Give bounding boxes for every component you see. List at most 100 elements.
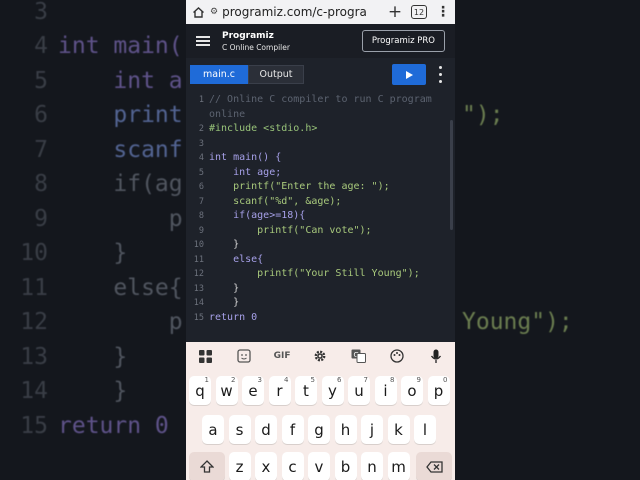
key-r[interactable]: r4 xyxy=(268,376,291,405)
scrollbar-thumb[interactable] xyxy=(450,120,453,230)
key-z[interactable]: z xyxy=(228,452,251,480)
key-s[interactable]: s xyxy=(228,415,251,444)
key-p[interactable]: p0 xyxy=(427,376,450,405)
hamburger-menu-icon[interactable] xyxy=(186,24,220,58)
code-line[interactable]: 2 #include <stdio.h> xyxy=(186,122,455,137)
key-t[interactable]: t5 xyxy=(295,376,317,405)
key-label: u xyxy=(354,381,364,400)
on-screen-keyboard: GIF G q1 w2 e3 r4 t5 y6 u7 i8 o9 p 0 a s… xyxy=(186,342,455,480)
key-v[interactable]: v xyxy=(308,452,330,480)
key-i[interactable]: i8 xyxy=(374,376,397,405)
code-line[interactable]: online xyxy=(186,108,455,123)
line-code: if(age>=18){ xyxy=(209,210,306,221)
line-number: 7 xyxy=(198,196,204,207)
code-line[interactable]: 11 else{ xyxy=(186,253,455,268)
line-code: scanf("%d", &age); xyxy=(209,195,342,207)
key-label: i xyxy=(383,381,388,400)
tab-output[interactable]: Output xyxy=(248,65,304,84)
key-w[interactable]: w2 xyxy=(215,376,238,405)
line-number: 3 xyxy=(198,138,204,149)
key-sub-label: 2 xyxy=(231,376,236,384)
code-line[interactable]: 8 if(age>=18){ xyxy=(186,209,455,224)
key-h[interactable]: h xyxy=(334,415,357,444)
key-c[interactable]: c xyxy=(281,452,304,480)
url-text: programiz.com/c-progra xyxy=(222,5,367,19)
microphone-icon[interactable] xyxy=(425,345,447,367)
sticker-icon[interactable] xyxy=(233,345,255,367)
key-u[interactable]: u7 xyxy=(348,376,370,405)
key-label: q xyxy=(195,381,205,400)
tab-count: 12 xyxy=(411,5,427,19)
code-line[interactable]: 13 } xyxy=(186,282,455,297)
line-code: online xyxy=(209,108,246,120)
code-line[interactable]: 4 int main() { xyxy=(186,151,455,166)
key-q[interactable]: q1 xyxy=(189,376,211,405)
code-line[interactable]: 7 scanf("%d", &age); xyxy=(186,195,455,210)
code-line[interactable]: 3 xyxy=(186,137,455,152)
line-number: 15 xyxy=(193,312,204,323)
key-o[interactable]: o9 xyxy=(401,376,423,405)
home-icon[interactable] xyxy=(186,0,210,24)
key-m[interactable]: m xyxy=(387,452,410,480)
key-a[interactable]: a xyxy=(202,415,224,444)
code-line[interactable]: 14 } xyxy=(186,296,455,311)
code-line[interactable]: 12 printf("Your Still Young"); xyxy=(186,267,455,282)
key-f[interactable]: f xyxy=(281,415,304,444)
site-logo[interactable]: Programiz C Online Compiler xyxy=(222,31,290,52)
browser-menu-icon[interactable]: ⋮ xyxy=(431,0,455,24)
key-x[interactable]: x xyxy=(255,452,277,480)
key-j[interactable]: j xyxy=(361,415,383,444)
key-d[interactable]: d xyxy=(255,415,277,444)
run-button[interactable] xyxy=(392,64,426,85)
key-g[interactable]: g xyxy=(308,415,330,444)
key-label: r xyxy=(276,381,283,400)
code-line[interactable]: 15 return 0 xyxy=(186,311,455,326)
more-options-icon[interactable] xyxy=(436,66,444,83)
line-code: printf("Can vote"); xyxy=(209,224,372,236)
line-number: 6 xyxy=(198,182,204,192)
settings-gear-icon[interactable] xyxy=(309,345,331,367)
line-code: } xyxy=(209,239,240,250)
key-y[interactable]: y6 xyxy=(321,376,344,405)
key-l[interactable]: l xyxy=(414,415,436,444)
line-number: 8 xyxy=(198,211,204,221)
key-k[interactable]: k xyxy=(387,415,410,444)
key-sub-label: 5 xyxy=(310,376,315,384)
code-line[interactable]: 9 printf("Can vote"); xyxy=(186,224,455,239)
key-e[interactable]: e3 xyxy=(242,376,264,405)
code-line[interactable]: 10 } xyxy=(186,238,455,253)
line-code: int age; xyxy=(209,166,282,178)
gif-button[interactable]: GIF xyxy=(271,345,293,367)
tab-switcher-button[interactable]: 12 xyxy=(407,0,431,24)
key-label: o xyxy=(407,381,417,400)
programiz-pro-button[interactable]: Programiz PRO xyxy=(361,30,445,52)
editor-toolbar: main.c Output xyxy=(186,58,455,90)
line-code: printf("Your Still Young"); xyxy=(209,268,420,279)
play-icon xyxy=(405,70,413,79)
code-line[interactable]: 6 printf("Enter the age: "); xyxy=(186,180,455,195)
key-n[interactable]: n xyxy=(361,452,383,480)
code-editor[interactable]: 1 // Online C compiler to run C program o… xyxy=(186,90,455,342)
tab-main-c[interactable]: main.c xyxy=(190,65,248,84)
address-bar[interactable]: ⚙ programiz.com/c-progra xyxy=(210,2,383,22)
shift-key[interactable] xyxy=(189,452,225,480)
apps-grid-icon[interactable] xyxy=(194,345,216,367)
code-line[interactable]: 1 // Online C compiler to run C program xyxy=(186,93,455,108)
line-number: 5 xyxy=(198,167,204,178)
page-subtitle: C Online Compiler xyxy=(222,42,290,52)
palette-icon[interactable] xyxy=(386,345,408,367)
key-b[interactable]: b xyxy=(334,452,357,480)
keyboard-row-3: z x c v b n m xyxy=(186,452,455,480)
key-sub-label: 1 xyxy=(204,376,209,384)
key-sub-label: 9 xyxy=(416,376,421,384)
line-number: 11 xyxy=(193,254,204,265)
shift-icon xyxy=(200,460,214,473)
backspace-key[interactable] xyxy=(416,452,452,480)
key-sub-label: 6 xyxy=(337,376,342,384)
line-code: #include <stdio.h> xyxy=(209,123,318,134)
new-tab-icon[interactable]: + xyxy=(383,0,407,24)
code-line[interactable]: 5 int age; xyxy=(186,166,455,181)
site-settings-icon[interactable]: ⚙ xyxy=(210,7,218,17)
line-code: return 0 xyxy=(209,311,258,323)
translate-icon[interactable]: G xyxy=(348,345,370,367)
